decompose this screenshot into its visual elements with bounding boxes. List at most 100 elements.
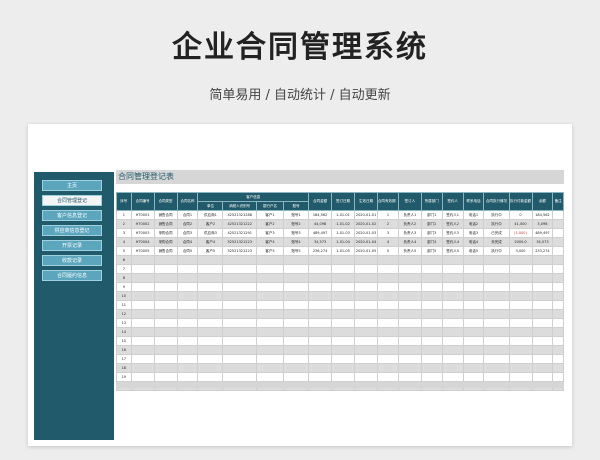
table-row[interactable]: 8 <box>116 273 564 283</box>
table-row[interactable]: 13 <box>116 318 564 328</box>
table-cell[interactable]: 1 <box>116 210 132 220</box>
table-cell[interactable]: 签约人3 <box>441 228 464 238</box>
table-cell[interactable]: 部门3 <box>420 228 443 238</box>
table-cell[interactable] <box>197 345 224 355</box>
table-cell[interactable] <box>508 345 533 355</box>
table-cell[interactable] <box>441 300 464 310</box>
table-cell[interactable] <box>420 300 443 310</box>
table-cell[interactable] <box>462 309 485 319</box>
column-header[interactable]: 合同名称 <box>176 192 199 211</box>
table-cell[interactable] <box>441 255 464 265</box>
table-cell[interactable] <box>283 336 310 346</box>
table-cell[interactable]: 3,098 <box>531 219 554 229</box>
table-cell[interactable]: 1-01-02 <box>331 219 356 229</box>
table-cell[interactable] <box>153 318 178 328</box>
table-cell[interactable] <box>130 309 155 319</box>
table-cell[interactable] <box>354 273 378 283</box>
table-cell[interactable] <box>508 300 533 310</box>
table-cell[interactable]: 1-01-01 <box>331 210 356 220</box>
table-cell[interactable] <box>331 354 356 364</box>
table-cell[interactable] <box>420 372 443 382</box>
table-cell[interactable] <box>420 255 443 265</box>
table-cell[interactable] <box>441 372 464 382</box>
table-cell[interactable] <box>462 300 485 310</box>
table-cell[interactable]: HT0005 <box>130 246 155 256</box>
table-cell[interactable] <box>552 273 564 283</box>
table-cell[interactable] <box>420 309 443 319</box>
table-cell[interactable] <box>222 318 257 328</box>
table-cell[interactable]: 4 <box>377 237 399 247</box>
table-cell[interactable]: 489,497 <box>308 228 333 238</box>
table-cell[interactable] <box>331 255 356 265</box>
table-cell[interactable]: 5 <box>377 246 399 256</box>
table-cell[interactable] <box>153 264 178 274</box>
horizontal-scrollbar[interactable] <box>116 382 564 388</box>
table-cell[interactable] <box>552 327 564 337</box>
table-cell[interactable]: 42521321288 <box>222 210 257 220</box>
column-header[interactable]: 所属部门 <box>420 192 443 211</box>
table-cell[interactable] <box>441 291 464 301</box>
table-cell[interactable]: 客户4 <box>255 237 285 247</box>
table-cell[interactable] <box>222 282 257 292</box>
table-cell[interactable]: 签约人1 <box>441 210 464 220</box>
table-cell[interactable]: 销售合同 <box>153 210 178 220</box>
table-cell[interactable] <box>441 264 464 274</box>
table-cell[interactable]: 4 <box>116 237 132 247</box>
table-cell[interactable]: 16 <box>116 345 132 355</box>
table-cell[interactable] <box>308 354 333 364</box>
table-cell[interactable]: 销售合同 <box>153 246 178 256</box>
table-cell[interactable]: 账号5 <box>283 246 310 256</box>
table-cell[interactable]: 14 <box>116 327 132 337</box>
table-cell[interactable]: 42521321291 <box>222 228 257 238</box>
table-cell[interactable]: 销售合同 <box>153 219 178 229</box>
table-cell[interactable] <box>441 309 464 319</box>
table-cell[interactable] <box>255 300 285 310</box>
table-cell[interactable]: 负责人1 <box>397 210 422 220</box>
table-cell[interactable]: 客户2 <box>255 219 285 229</box>
table-cell[interactable] <box>130 264 155 274</box>
table-cell[interactable] <box>377 336 399 346</box>
table-cell[interactable] <box>331 291 356 301</box>
table-cell[interactable] <box>255 264 285 274</box>
table-cell[interactable] <box>283 363 310 373</box>
table-cell[interactable] <box>331 282 356 292</box>
table-cell[interactable] <box>197 300 224 310</box>
table-cell[interactable] <box>420 327 443 337</box>
table-cell[interactable] <box>420 273 443 283</box>
table-cell[interactable] <box>153 282 178 292</box>
table-cell[interactable] <box>176 336 199 346</box>
table-cell[interactable]: 负责人4 <box>397 237 422 247</box>
table-cell[interactable] <box>197 363 224 373</box>
column-header[interactable]: 签约人 <box>441 192 464 211</box>
table-cell[interactable]: 部门4 <box>420 237 443 247</box>
table-cell[interactable] <box>354 255 378 265</box>
table-cell[interactable] <box>308 309 333 319</box>
table-cell[interactable] <box>283 327 310 337</box>
table-cell[interactable]: 2020-01-02 <box>354 219 378 229</box>
table-cell[interactable] <box>255 336 285 346</box>
table-cell[interactable]: 34,573 <box>531 237 554 247</box>
table-cell[interactable] <box>531 282 554 292</box>
table-cell[interactable] <box>255 318 285 328</box>
table-cell[interactable]: HT0002 <box>130 219 155 229</box>
table-cell[interactable] <box>308 345 333 355</box>
table-cell[interactable] <box>222 309 257 319</box>
table-cell[interactable]: 9 <box>116 282 132 292</box>
table-cell[interactable] <box>420 318 443 328</box>
table-cell[interactable] <box>130 273 155 283</box>
table-cell[interactable]: 未完成 <box>483 237 510 247</box>
table-cell[interactable] <box>420 336 443 346</box>
table-cell[interactable] <box>397 255 422 265</box>
table-cell[interactable]: 2020-01-03 <box>354 228 378 238</box>
table-cell[interactable] <box>441 363 464 373</box>
table-cell[interactable]: 10 <box>116 291 132 301</box>
table-cell[interactable] <box>283 345 310 355</box>
table-cell[interactable] <box>508 372 533 382</box>
table-cell[interactable] <box>331 309 356 319</box>
table-cell[interactable] <box>397 345 422 355</box>
table-cell[interactable] <box>176 372 199 382</box>
table-cell[interactable] <box>377 264 399 274</box>
table-cell[interactable] <box>441 282 464 292</box>
table-cell[interactable] <box>222 363 257 373</box>
table-cell[interactable] <box>197 282 224 292</box>
